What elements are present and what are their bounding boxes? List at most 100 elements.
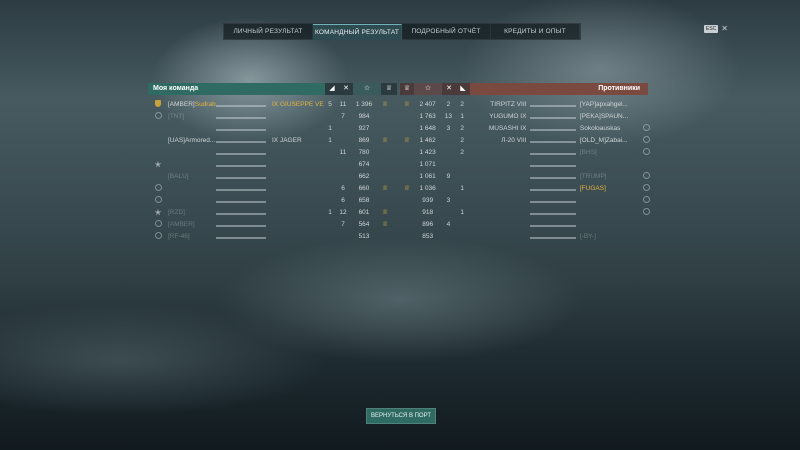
rank-icon: [154, 195, 162, 203]
ship-silhouette: [530, 125, 576, 131]
player-name: [UAS]Armored...: [168, 136, 216, 144]
laurel-icon: ♕: [381, 83, 397, 95]
planes-destroyed: 9: [446, 172, 451, 180]
my-team-row[interactable]: [RF-46] 513: [148, 230, 398, 242]
my-team-row[interactable]: ✭ [RZD] 1 12 601 ♕: [148, 206, 398, 218]
close-control[interactable]: ESC ✕: [704, 24, 728, 33]
my-team-header: Моя команда ◢ ✕ ☆ ♕: [148, 83, 398, 95]
player-name: [-BY-]: [579, 232, 596, 240]
enemy-team-row[interactable]: 896 4: [400, 218, 653, 230]
ships-destroyed: 1: [460, 208, 465, 216]
player-name: [TNT]: [168, 112, 185, 120]
player-name: [TRUMP]: [579, 172, 607, 180]
planes-destroyed: 2: [446, 100, 451, 108]
enemy-team-row[interactable]: 1 423 2 [BHS]: [400, 146, 653, 158]
ship-silhouette: [530, 137, 576, 143]
my-team-title: Моя команда: [148, 83, 325, 95]
base-xp: 660: [358, 184, 370, 192]
planes-destroyed: 11: [339, 148, 347, 156]
rank-icon: [154, 111, 162, 119]
star-rank-icon: ✭: [154, 159, 162, 169]
enemy-team-row[interactable]: 853 [-BY-]: [400, 230, 653, 242]
tab-detailed-report[interactable]: ПОДРОБНЫЙ ОТЧЁТ: [402, 24, 491, 39]
base-xp: 1 462: [419, 136, 436, 144]
ships-destroyed: 2: [460, 100, 465, 108]
rank-icon: [155, 99, 161, 107]
rank-icon: [154, 183, 162, 191]
my-team-row[interactable]: [BALU] 662: [148, 170, 398, 182]
my-team-row[interactable]: 6 660 ♕: [148, 182, 398, 194]
ship-name: Л-20 VIII: [501, 136, 527, 144]
laurel-icon: ♕: [382, 137, 388, 144]
my-team-row[interactable]: [UAS]Armored... IX JÄGER 1 869 ♕: [148, 134, 398, 146]
my-team-row[interactable]: 1 927: [148, 122, 398, 134]
base-xp: 918: [422, 208, 434, 216]
ship-silhouette: [216, 125, 266, 131]
tab-credits-xp[interactable]: КРЕДИТЫ И ОПЫТ: [491, 24, 580, 39]
base-xp: 601: [358, 208, 370, 216]
enemy-team-row[interactable]: ♕ 2 407 2 2 TIRPITZ VIII [YAP]apxahgel...: [400, 98, 653, 110]
ship-silhouette: [216, 161, 266, 167]
ship-silhouette: [530, 233, 576, 239]
enemy-team-row[interactable]: 1 648 3 2 MUSASHI IX Sokoloauskas: [400, 122, 653, 134]
ship-kill-icon: ◢: [325, 83, 339, 95]
enemy-team-row[interactable]: 1 061 9 [TRUMP]: [400, 170, 653, 182]
ships-destroyed: 1: [328, 136, 332, 144]
base-xp: 674: [358, 160, 370, 168]
base-xp: 662: [358, 172, 370, 180]
rank-icon: [642, 123, 650, 131]
laurel-icon: ♕: [382, 221, 388, 228]
ship-silhouette: [216, 137, 266, 143]
ship-name: IX GIUSEPPE VERDI: [272, 100, 324, 108]
star-icon: ☆: [353, 83, 381, 95]
ship-name: MUSASHI IX: [488, 124, 527, 132]
base-xp: 1 396: [355, 100, 373, 108]
laurel-icon: ♕: [404, 101, 410, 108]
base-xp: 513: [358, 232, 370, 240]
enemy-team-row[interactable]: 1 071: [400, 158, 653, 170]
laurel-icon: ♕: [404, 185, 410, 192]
plane-kill-icon: ✕: [339, 83, 353, 95]
ship-silhouette: [530, 221, 576, 227]
base-xp: 1 648: [419, 124, 436, 132]
my-team-row[interactable]: [AMBER] 7 564 ♕: [148, 218, 398, 230]
ship-name: IX JÄGER: [272, 136, 302, 144]
laurel-icon: ♕: [382, 185, 388, 192]
my-team-row[interactable]: ✭ 674: [148, 158, 398, 170]
star-rank-icon: ✭: [154, 207, 162, 217]
ship-silhouette: [530, 173, 576, 179]
enemy-team-header: ♕ ☆ ✕ ◣ Противники: [400, 83, 653, 95]
enemy-team-row[interactable]: ♕ 1 036 1 [FUGAS]: [400, 182, 653, 194]
enemy-team-row[interactable]: 1 763 13 1 YŪGUMO IX [PEKA]SPAUN...: [400, 110, 653, 122]
laurel-icon-enemy: ♕: [400, 83, 414, 95]
ships-destroyed: 1: [460, 184, 465, 192]
ships-destroyed: 5: [328, 100, 332, 108]
esc-key-hint: ESC: [704, 24, 719, 33]
ships-destroyed: 2: [460, 148, 465, 156]
base-xp: 896: [422, 220, 434, 228]
planes-destroyed: 3: [446, 196, 451, 204]
my-team-row[interactable]: [TNT] 7 984: [148, 110, 398, 122]
my-team-row[interactable]: [AMBER]Sudrabs IX GIUSEPPE VERDI 5 11 1 396 ♕: [148, 98, 398, 110]
tab-personal-result[interactable]: ЛИЧНЫЙ РЕЗУЛЬТАТ: [224, 24, 313, 39]
enemy-team-row[interactable]: 939 3: [400, 194, 653, 206]
base-xp: 1 071: [419, 160, 436, 168]
return-to-port-button[interactable]: ВЕРНУТЬСЯ В ПОРТ: [366, 408, 436, 424]
ship-silhouette: [216, 101, 266, 107]
close-icon[interactable]: ✕: [721, 24, 728, 33]
tab-team-result[interactable]: КОМАНДНЫЙ РЕЗУЛЬТАТ: [313, 24, 402, 40]
ship-silhouette: [530, 149, 576, 155]
base-xp: 658: [358, 196, 370, 204]
planes-destroyed: 6: [341, 196, 345, 204]
base-xp: 1 423: [419, 148, 436, 156]
enemy-team-row[interactable]: 918 1: [400, 206, 653, 218]
laurel-icon: ♕: [382, 101, 388, 108]
ship-name: TIRPITZ VIII: [490, 100, 527, 108]
ships-destroyed: 1: [328, 124, 332, 132]
my-team-row[interactable]: 6 658: [148, 194, 398, 206]
base-xp: 869: [358, 136, 370, 144]
rank-icon: [154, 231, 162, 239]
enemy-team-row[interactable]: ♕ 1 462 2 Л-20 VIII [OLD_M]Zabai...: [400, 134, 653, 146]
base-xp: 1 036: [419, 184, 436, 192]
my-team-row[interactable]: 11 780: [148, 146, 398, 158]
